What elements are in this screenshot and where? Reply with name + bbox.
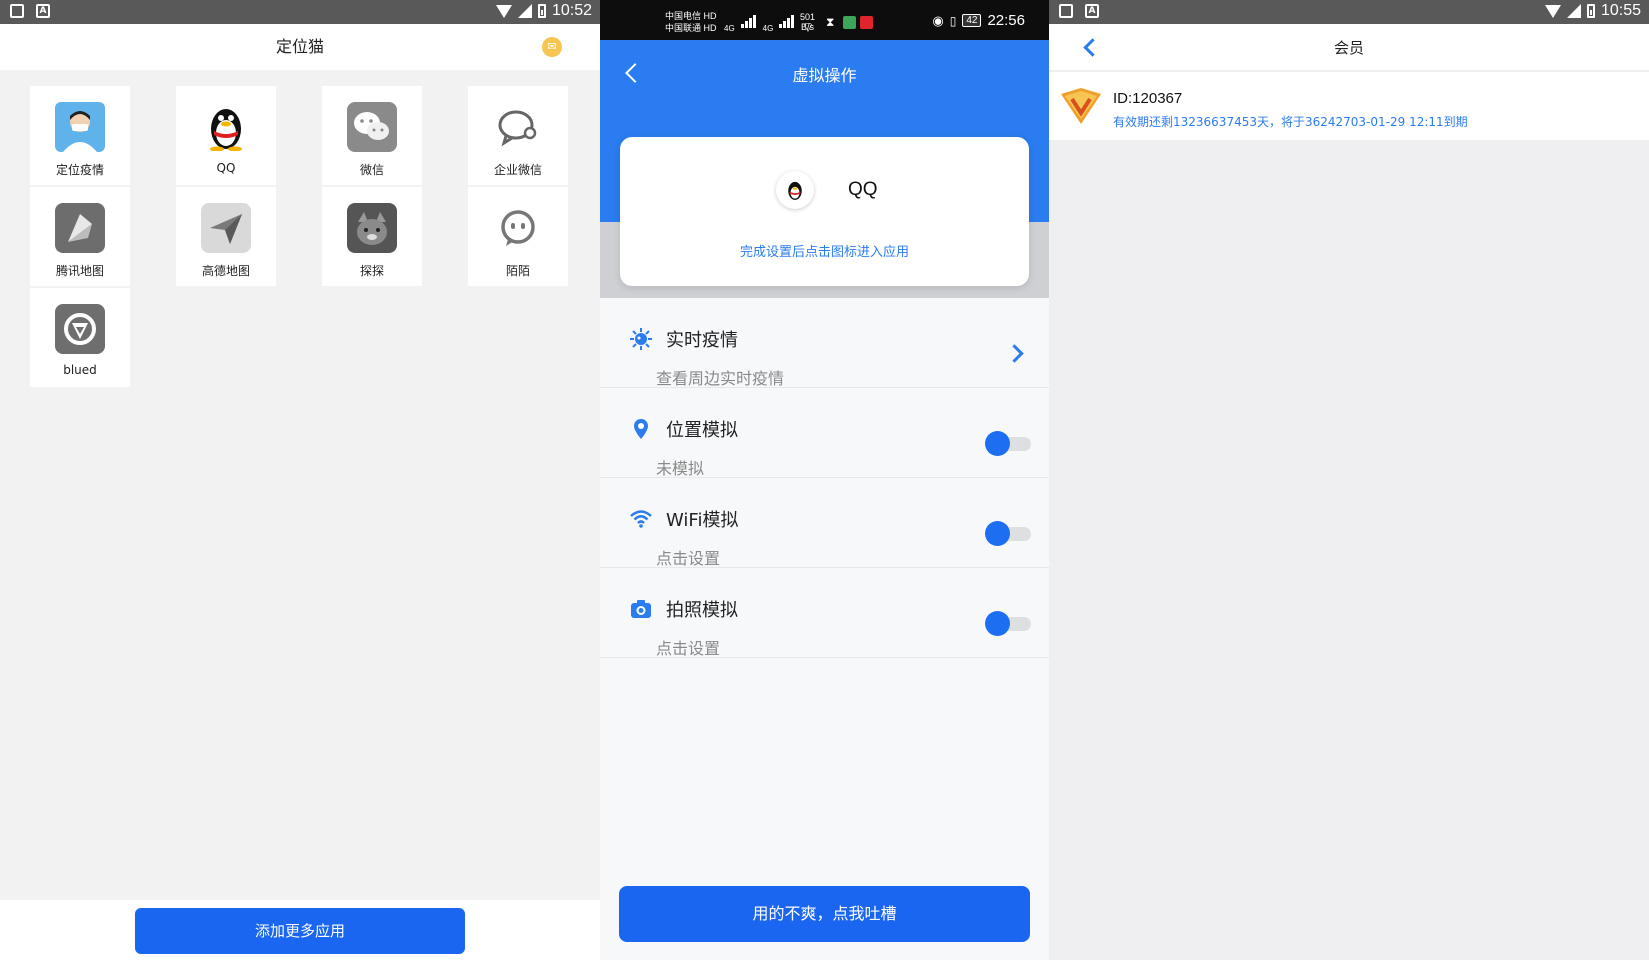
- app-tile-location-epidemic[interactable]: 定位疫情: [30, 86, 130, 185]
- option-photo-simulation: 拍照模拟 点击设置: [600, 569, 1049, 658]
- qq-penguin-icon: [201, 102, 251, 152]
- app-tile-wechat[interactable]: 微信: [322, 86, 422, 185]
- app-grid: 定位疫情 QQ 微信 企业微信 腾讯地图 高德地图 探探 陌陌 blued: [30, 86, 568, 387]
- app-label: blued: [63, 363, 97, 377]
- tantan-icon: [347, 203, 397, 253]
- wifi-icon: [1544, 4, 1561, 18]
- signal-icon: [517, 4, 532, 18]
- app-label: 高德地图: [201, 264, 250, 278]
- app-list-screen: A 10:52 定位猫 ✉ 定位疫情 QQ 微信 企业微信 腾讯地图 高德地图 …: [0, 0, 600, 960]
- battery-icon: 42: [962, 14, 982, 27]
- app-card[interactable]: QQ 完成设置后点击图标进入应用: [620, 137, 1029, 286]
- qq-penguin-icon[interactable]: [776, 171, 814, 209]
- notification-icons: ⧗: [826, 16, 873, 29]
- battery-icon: [1586, 4, 1595, 18]
- momo-icon: [493, 203, 543, 253]
- vip-badge-icon: [1059, 86, 1103, 130]
- wifi-icon: [495, 4, 512, 18]
- page-title: 虚拟操作: [792, 66, 857, 85]
- wifi-toggle[interactable]: [985, 521, 1033, 546]
- status-bar: 中国电信 HD 中国联通 HD 4G 4G ⌔ 501 B/s ⧗ ◉ ▯ 42…: [600, 0, 1049, 40]
- hd-badge: HD: [703, 23, 717, 33]
- membership-expiry: 有效期还剩13236637453天，将于36242703-01-29 12:11…: [1113, 115, 1468, 129]
- status-time: 22:56: [987, 12, 1025, 29]
- image-notification-icon: [10, 4, 24, 18]
- option-subtitle: 未模拟: [656, 459, 705, 478]
- chevron-right-icon[interactable]: [1005, 344, 1024, 363]
- app-label: 探探: [359, 264, 384, 278]
- app-tile-work-wechat[interactable]: 企业微信: [468, 86, 568, 185]
- virtual-operation-screen: 中国电信 HD 中国联通 HD 4G 4G ⌔ 501 B/s ⧗ ◉ ▯ 42…: [600, 0, 1049, 960]
- option-title: WiFi模拟: [666, 510, 739, 531]
- option-subtitle: 点击设置: [656, 639, 721, 658]
- option-subtitle: 点击设置: [656, 549, 721, 568]
- vibrate-icon: ▯: [949, 13, 957, 28]
- app-tile-momo[interactable]: 陌陌: [468, 187, 568, 286]
- app-label: 企业微信: [493, 163, 542, 177]
- app-tile-qq[interactable]: QQ: [176, 86, 276, 185]
- location-pin-icon: [629, 417, 653, 441]
- wechat-icon: [347, 102, 397, 152]
- app-notification-icon: [860, 16, 873, 29]
- option-realtime-epidemic[interactable]: 实时疫情 查看周边实时疫情: [600, 299, 1049, 388]
- eye-icon: ◉: [932, 12, 944, 28]
- feedback-button[interactable]: 用的不爽，点我吐槽: [619, 886, 1030, 942]
- app-tile-tantan[interactable]: 探探: [322, 187, 422, 286]
- app-label: 陌陌: [505, 264, 530, 278]
- member-info: ID:120367 有效期还剩13236637453天，将于36242703-0…: [1049, 72, 1649, 140]
- hd-badge: HD: [703, 11, 717, 21]
- network-speed: 501 B/s: [800, 12, 816, 32]
- app-notification-icon: [843, 16, 856, 29]
- image-notification-icon: [1059, 4, 1073, 18]
- status-time: 10:52: [551, 2, 592, 19]
- app-name: QQ: [848, 179, 878, 200]
- doctor-icon: [55, 102, 105, 152]
- app-label: QQ: [216, 161, 236, 175]
- amap-icon: [201, 203, 251, 253]
- page-title: 定位猫: [0, 24, 600, 70]
- carrier-2: 中国联通: [665, 23, 702, 33]
- membership-screen: A 10:55 会员 ID:120367 有效期还剩13236637453天，将…: [1049, 0, 1649, 960]
- network-type-2: 4G: [762, 24, 774, 33]
- page-title: 会员: [1333, 39, 1364, 57]
- app-label: 定位疫情: [55, 163, 104, 177]
- app-label: 微信: [359, 163, 384, 177]
- status-time: 10:55: [1600, 2, 1641, 19]
- option-title: 位置模拟: [666, 420, 738, 441]
- app-tile-amap[interactable]: 高德地图: [176, 187, 276, 286]
- app-tile-blued[interactable]: blued: [30, 288, 130, 387]
- carrier-info: 中国电信 HD 中国联通 HD: [665, 10, 717, 34]
- option-title: 拍照模拟: [666, 600, 738, 621]
- carrier-1: 中国电信: [665, 11, 702, 21]
- virus-icon: [629, 327, 653, 351]
- blued-icon: [55, 304, 105, 354]
- option-location-simulation: 位置模拟 未模拟: [600, 389, 1049, 478]
- option-wifi-simulation: WiFi模拟 点击设置: [600, 479, 1049, 568]
- network-type-1: 4G: [724, 24, 735, 33]
- location-toggle[interactable]: [985, 431, 1033, 456]
- member-id: ID:120367: [1113, 90, 1183, 107]
- tencent-map-icon: [55, 203, 105, 253]
- photo-toggle[interactable]: [985, 611, 1033, 636]
- add-more-apps-button[interactable]: 添加更多应用: [135, 908, 465, 954]
- camera-icon: [629, 597, 653, 621]
- option-title: 实时疫情: [666, 330, 738, 351]
- wifi-icon: [629, 507, 653, 531]
- gift-icon[interactable]: ✉: [542, 37, 562, 57]
- app-tile-tencent-map[interactable]: 腾讯地图: [30, 187, 130, 286]
- card-hint: 完成设置后点击图标进入应用: [739, 245, 909, 260]
- hourglass-icon: ⧗: [826, 15, 835, 29]
- work-wechat-icon: [493, 102, 543, 152]
- battery-icon: [537, 4, 546, 18]
- a-notification-icon: A: [36, 4, 50, 18]
- status-bar: A 10:55: [1049, 0, 1649, 24]
- option-subtitle: 查看周边实时疫情: [656, 369, 785, 388]
- signal-icon: [1566, 4, 1581, 18]
- app-label: 腾讯地图: [55, 264, 104, 278]
- a-notification-icon: A: [1085, 4, 1099, 18]
- status-bar: A 10:52: [0, 0, 600, 24]
